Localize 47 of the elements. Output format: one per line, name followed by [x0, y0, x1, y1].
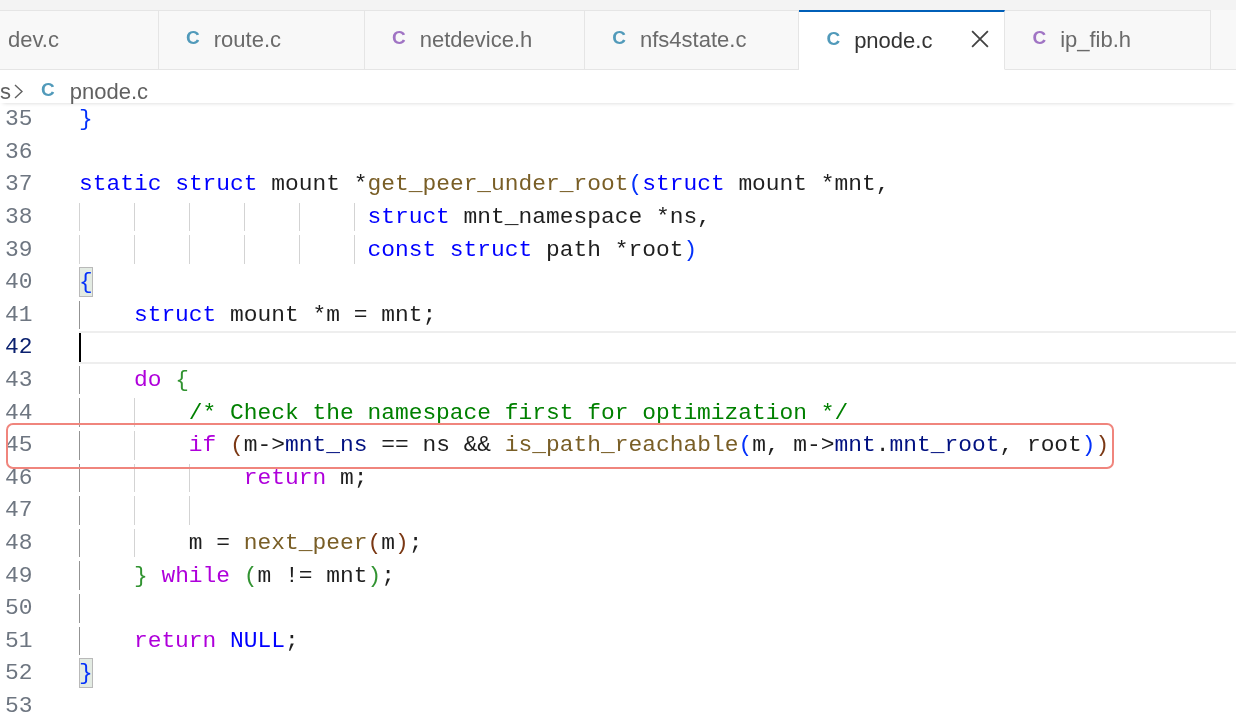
breadcrumb-item[interactable]: s: [0, 79, 11, 104]
code-line: do {: [133, 369, 189, 392]
code-line: const struct path *root): [367, 238, 698, 261]
line-number: 48: [5, 532, 33, 554]
line-number: 38: [5, 206, 33, 229]
c-letter-icon: C: [612, 29, 626, 46]
code-line: }: [78, 108, 93, 131]
line-number: 37: [5, 173, 33, 196]
line-number: 50: [5, 597, 33, 620]
tab[interactable]: C ip_fib.h: [1005, 10, 1212, 70]
code-line: } while (m != mnt);: [133, 564, 395, 587]
tab[interactable]: C pnode.c: [799, 10, 1006, 70]
c-letter-icon: C: [392, 29, 406, 46]
code-line: m = next_peer(m);: [188, 532, 423, 554]
code-line: static struct mount *get_peer_under_root(struct mount *mnt,: [78, 173, 890, 196]
line-number: 47: [5, 499, 33, 522]
line-number: 53: [5, 695, 33, 717]
breadcrumb-item[interactable]: C pnode.c: [41, 79, 149, 104]
line-number: 46: [5, 466, 33, 489]
c-letter-icon: C: [826, 29, 841, 47]
close-icon[interactable]: [971, 29, 990, 48]
line-number: 43: [5, 369, 33, 392]
code-line: struct mount *m = mnt;: [133, 303, 437, 326]
line-number: 44: [5, 401, 33, 424]
tab[interactable]: dev.c: [0, 10, 159, 70]
code-line: struct mnt_namespace *ns,: [367, 206, 711, 229]
code-line: return NULL;: [133, 629, 299, 652]
line-number: 41: [5, 303, 33, 326]
code-line: return m;: [243, 466, 368, 489]
tab[interactable]: C netdevice.h: [365, 10, 586, 70]
line-number: 45: [5, 434, 33, 457]
tab[interactable]: C route.c: [159, 10, 365, 70]
c-letter-icon: C: [1032, 29, 1047, 46]
line-number: 51: [5, 629, 33, 652]
line-number: 39: [5, 238, 33, 261]
line-number: 42: [5, 336, 33, 359]
chevron-right-icon: [14, 84, 23, 99]
line-number: 35: [5, 108, 33, 131]
line-number: 40: [5, 271, 33, 294]
tab[interactable]: C nfs4state.c: [585, 10, 800, 70]
c-letter-icon: C: [186, 29, 200, 46]
line-number: 49: [5, 564, 33, 587]
code-line: if (m->mnt_ns == ns && is_path_reachable(m, m->mnt.mnt_root, root)): [188, 434, 1110, 457]
code-line: /* Check the namespace first for optimization */: [188, 401, 849, 424]
line-number: 36: [5, 140, 33, 163]
line-number: 52: [5, 662, 33, 685]
c-letter-icon: C: [41, 80, 55, 98]
